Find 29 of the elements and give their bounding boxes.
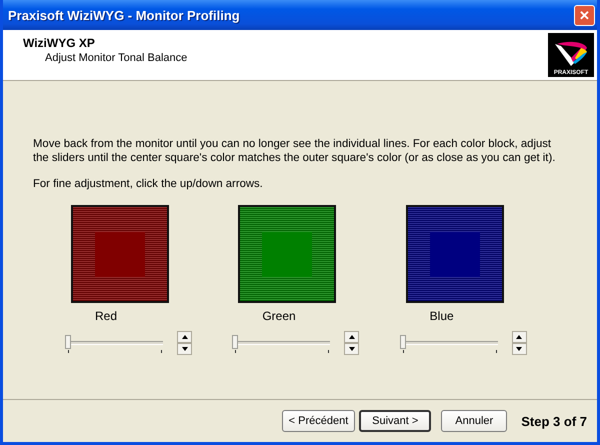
spin-down-button[interactable]: [344, 343, 360, 355]
slider-thumb[interactable]: [400, 335, 406, 349]
up-arrow-icon: [182, 335, 188, 339]
spin-down-button[interactable]: [177, 343, 192, 355]
down-arrow-icon: [516, 347, 522, 351]
down-arrow-icon: [182, 347, 188, 351]
wizard-button[interactable]: Annuler: [441, 410, 508, 432]
step-indicator: Step 3 of 7: [521, 414, 587, 428]
up-arrow-icon: [516, 335, 522, 339]
spin-up-button[interactable]: [344, 331, 360, 343]
close-button[interactable]: ✕: [574, 4, 595, 26]
wizard-title: WiziWYG XP: [23, 36, 96, 50]
wizard-button[interactable]: < Précédent: [282, 410, 356, 432]
slider-thumb[interactable]: [65, 335, 71, 349]
slider-thumb[interactable]: [232, 335, 238, 349]
channel-label: Green: [262, 309, 297, 323]
channel-label: Blue: [430, 309, 455, 323]
window-title: Praxisoft WiziWYG - Monitor Profiling: [8, 8, 241, 22]
channel-label: Red: [95, 309, 118, 323]
instruction-text: For fine adjustment, click the up/down arrows.: [33, 177, 264, 191]
instruction-text: Move back from the monitor until you can no longer see the individual lines. For each color block, adjust the sliders until the center square's color matches the outer square's color (or as close as you can get it).: [33, 137, 556, 165]
down-arrow-icon: [348, 347, 355, 351]
spin-up-button[interactable]: [177, 331, 192, 343]
wizard-subtitle: Adjust Monitor Tonal Balance: [45, 52, 188, 64]
up-arrow-icon: [348, 335, 355, 339]
wizard-button[interactable]: Suivant >: [359, 410, 432, 432]
spin-up-button[interactable]: [512, 331, 527, 343]
spin-down-button[interactable]: [512, 343, 527, 355]
slider[interactable]: [65, 333, 165, 353]
